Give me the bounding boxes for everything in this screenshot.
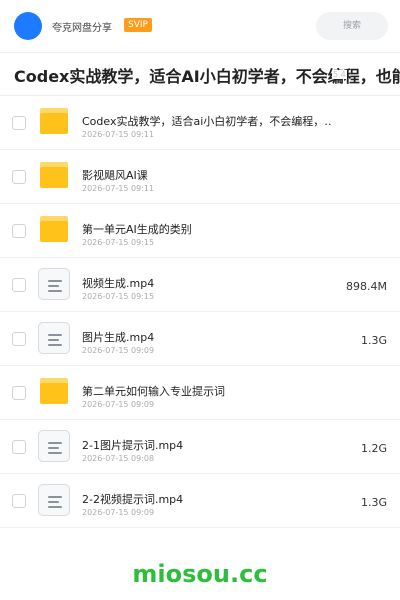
title-overlay-text: 5 4 xyxy=(332,70,347,79)
svip-badge: SVIP xyxy=(124,18,152,32)
search-input[interactable]: 搜索 xyxy=(316,12,388,40)
file-name: 第一单元AI生成的类别 xyxy=(82,223,192,236)
header-divider xyxy=(0,52,400,53)
folder-icon xyxy=(40,216,68,242)
folder-icon xyxy=(40,378,68,404)
file-date: 2026-07-15 09:15 xyxy=(82,238,155,247)
file-name: 视频生成.mp4 xyxy=(82,277,155,290)
select-checkbox[interactable] xyxy=(12,278,26,292)
select-checkbox[interactable] xyxy=(12,224,26,238)
select-checkbox[interactable] xyxy=(12,170,26,184)
list-item[interactable]: 影视飓风AI课 2026-07-15 09:11 xyxy=(0,150,400,204)
select-checkbox[interactable] xyxy=(12,440,26,454)
file-name: 2-2视频提示词.mp4 xyxy=(82,493,184,506)
list-item[interactable]: 2-2视频提示词.mp4 2026-07-15 09:09 1.3G xyxy=(0,474,400,528)
file-date: 2026-07-15 09:08 xyxy=(82,454,155,463)
folder-icon xyxy=(40,162,68,188)
list-item[interactable]: 第二单元如何输入专业提示词 2026-07-15 09:09 xyxy=(0,366,400,420)
list-item[interactable]: 2-1图片提示词.mp4 2026-07-15 09:08 1.2G xyxy=(0,420,400,474)
list-item[interactable]: 图片生成.mp4 2026-07-15 09:09 1.3G xyxy=(0,312,400,366)
file-name: Codex实战教学，适合ai小白初学者，不会编程，… xyxy=(82,115,332,128)
video-file-icon xyxy=(38,484,70,516)
watermark-text: miosou.cc xyxy=(132,560,268,588)
video-file-icon xyxy=(38,268,70,300)
video-file-icon xyxy=(38,430,70,462)
file-date: 2026-07-15 09:11 xyxy=(82,130,155,139)
avatar-icon[interactable] xyxy=(14,12,42,40)
file-name: 图片生成.mp4 xyxy=(82,331,155,344)
file-name: 第二单元如何输入专业提示词 xyxy=(82,385,225,398)
select-checkbox[interactable] xyxy=(12,386,26,400)
list-item[interactable]: 第一单元AI生成的类别 2026-07-15 09:15 xyxy=(0,204,400,258)
header-bar: 夸克网盘分享 SVIP 搜索 xyxy=(0,0,400,52)
select-checkbox[interactable] xyxy=(12,494,26,508)
app-name: 夸克网盘分享 xyxy=(52,23,112,34)
file-name: 影视飓风AI课 xyxy=(82,169,148,182)
select-checkbox[interactable] xyxy=(12,332,26,346)
file-size: 1.2G xyxy=(360,442,387,455)
list-item[interactable]: 视频生成.mp4 2026-07-15 09:15 898.4M xyxy=(0,258,400,312)
file-size: 1.3G xyxy=(360,334,387,347)
file-size: 1.3G xyxy=(360,496,387,509)
file-date: 2026-07-15 09:11 xyxy=(82,184,155,193)
file-size: 898.4M xyxy=(346,280,387,293)
select-checkbox[interactable] xyxy=(12,116,26,130)
file-date: 2026-07-15 09:09 xyxy=(82,346,155,355)
file-date: 2026-07-15 09:09 xyxy=(82,508,155,517)
video-file-icon xyxy=(38,322,70,354)
list-item[interactable]: Codex实战教学，适合ai小白初学者，不会编程，… 2026-07-15 09:… xyxy=(0,96,400,150)
file-date: 2026-07-15 09:15 xyxy=(82,292,155,301)
file-name: 2-1图片提示词.mp4 xyxy=(82,439,184,452)
folder-icon xyxy=(40,108,68,134)
file-date: 2026-07-15 09:09 xyxy=(82,400,155,409)
